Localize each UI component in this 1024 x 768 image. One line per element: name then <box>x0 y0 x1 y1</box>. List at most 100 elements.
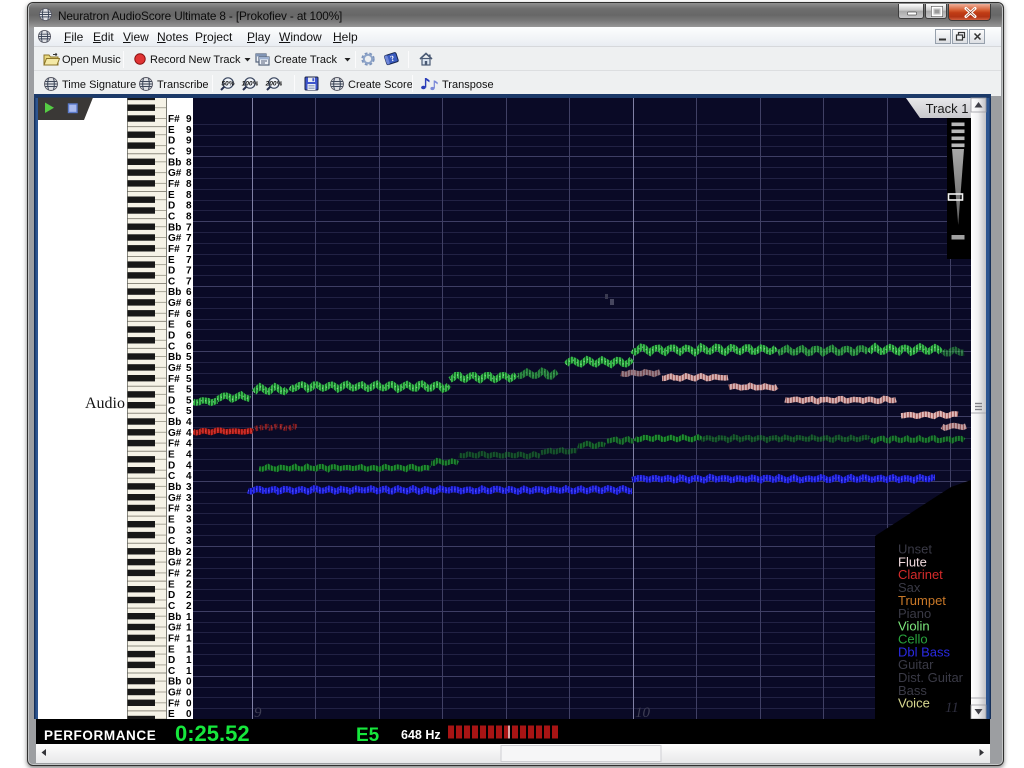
svg-text:7: 7 <box>186 233 192 244</box>
svg-text:F#: F# <box>168 179 180 190</box>
svg-text:200%: 200% <box>265 81 282 88</box>
svg-text:2: 2 <box>186 590 192 601</box>
svg-text:10: 10 <box>635 705 651 721</box>
svg-text:G#: G# <box>168 168 182 179</box>
svg-text:8: 8 <box>186 179 192 190</box>
svg-text:E: E <box>168 385 175 396</box>
svg-text:5: 5 <box>186 363 192 374</box>
svg-text:8: 8 <box>186 190 192 201</box>
svg-text:Bb: Bb <box>168 547 181 558</box>
svg-text:E: E <box>168 190 175 201</box>
svg-text:5: 5 <box>186 374 192 385</box>
svg-text:C: C <box>168 341 175 352</box>
svg-text:G#: G# <box>168 688 182 699</box>
svg-text:3: 3 <box>186 525 192 536</box>
svg-text:C: C <box>168 536 175 547</box>
svg-text:C: C <box>168 147 175 158</box>
svg-text:D: D <box>168 525 175 536</box>
svg-text:G#: G# <box>168 298 182 309</box>
svg-text:648 Hz: 648 Hz <box>401 728 441 742</box>
svg-text:E: E <box>168 644 175 655</box>
svg-text:6: 6 <box>186 331 192 342</box>
svg-text:Bb: Bb <box>168 222 181 233</box>
svg-text:D: D <box>168 590 175 601</box>
svg-text:7: 7 <box>186 266 192 277</box>
svg-text:C: C <box>168 601 175 612</box>
svg-text:G#: G# <box>168 493 182 504</box>
svg-text:E: E <box>168 255 175 266</box>
svg-text:E: E <box>168 125 175 136</box>
svg-text:C: C <box>168 212 175 223</box>
svg-text:100%: 100% <box>242 81 258 88</box>
svg-text:4: 4 <box>186 471 192 482</box>
svg-text:0:25.52: 0:25.52 <box>175 721 250 746</box>
svg-text:6: 6 <box>186 320 192 331</box>
svg-text:9: 9 <box>186 125 192 136</box>
svg-text:E: E <box>168 579 175 590</box>
svg-text:Bb: Bb <box>168 612 181 623</box>
svg-text:3: 3 <box>186 514 192 525</box>
svg-text:1: 1 <box>186 666 192 677</box>
svg-text:5: 5 <box>186 395 192 406</box>
svg-text:D: D <box>168 331 175 342</box>
svg-text:G#: G# <box>168 428 182 439</box>
svg-text:PERFORMANCE: PERFORMANCE <box>44 728 156 743</box>
svg-text:5: 5 <box>186 352 192 363</box>
svg-text:E: E <box>168 450 175 461</box>
svg-text:E5: E5 <box>356 725 380 746</box>
svg-text:9: 9 <box>254 705 262 721</box>
svg-text:F#: F# <box>168 309 180 320</box>
svg-text:G#: G# <box>168 623 182 634</box>
svg-text:4: 4 <box>186 439 192 450</box>
svg-text:Bb: Bb <box>168 482 181 493</box>
svg-text:9: 9 <box>186 147 192 158</box>
svg-text:8: 8 <box>186 201 192 212</box>
svg-text:E: E <box>168 709 175 720</box>
svg-text:11: 11 <box>945 700 959 716</box>
svg-text:G#: G# <box>168 558 182 569</box>
svg-text:Voice: Voice <box>898 696 930 711</box>
svg-text:F#: F# <box>168 439 180 450</box>
svg-text:2: 2 <box>186 558 192 569</box>
svg-text:1: 1 <box>186 612 192 623</box>
svg-text:D: D <box>168 266 175 277</box>
svg-text:5: 5 <box>186 385 192 396</box>
svg-text:4: 4 <box>186 428 192 439</box>
svg-text:7: 7 <box>186 222 192 233</box>
svg-text:7: 7 <box>186 244 192 255</box>
svg-text:0: 0 <box>186 698 192 709</box>
svg-text:4: 4 <box>186 417 192 428</box>
svg-text:0: 0 <box>186 688 192 699</box>
svg-text:D: D <box>168 395 175 406</box>
svg-text:Track 1: Track 1 <box>926 101 969 116</box>
svg-text:Audio: Audio <box>85 395 125 412</box>
svg-text:G#: G# <box>168 233 182 244</box>
svg-text:F#: F# <box>168 634 180 645</box>
svg-text:F#: F# <box>168 114 180 125</box>
svg-text:4: 4 <box>186 460 192 471</box>
svg-text:5: 5 <box>186 406 192 417</box>
svg-text:Bb: Bb <box>168 352 181 363</box>
svg-text:0: 0 <box>186 677 192 688</box>
svg-text:1: 1 <box>186 655 192 666</box>
svg-text:2: 2 <box>186 569 192 580</box>
svg-text:2: 2 <box>186 547 192 558</box>
svg-text:6: 6 <box>186 341 192 352</box>
svg-text:F#: F# <box>168 698 180 709</box>
svg-text:2: 2 <box>186 601 192 612</box>
svg-text:D: D <box>168 655 175 666</box>
svg-text:D: D <box>168 201 175 212</box>
svg-text:E: E <box>168 320 175 331</box>
svg-text:7: 7 <box>186 276 192 287</box>
svg-text:9: 9 <box>186 114 192 125</box>
svg-text:F#: F# <box>168 504 180 515</box>
svg-text:Bb: Bb <box>168 417 181 428</box>
svg-text:8: 8 <box>186 157 192 168</box>
svg-text:F#: F# <box>168 374 180 385</box>
svg-text:C: C <box>168 666 175 677</box>
svg-text:Bb: Bb <box>168 157 181 168</box>
svg-text:6: 6 <box>186 287 192 298</box>
svg-text:Bb: Bb <box>168 287 181 298</box>
svg-text:F#: F# <box>168 244 180 255</box>
svg-text:50%: 50% <box>221 81 234 88</box>
